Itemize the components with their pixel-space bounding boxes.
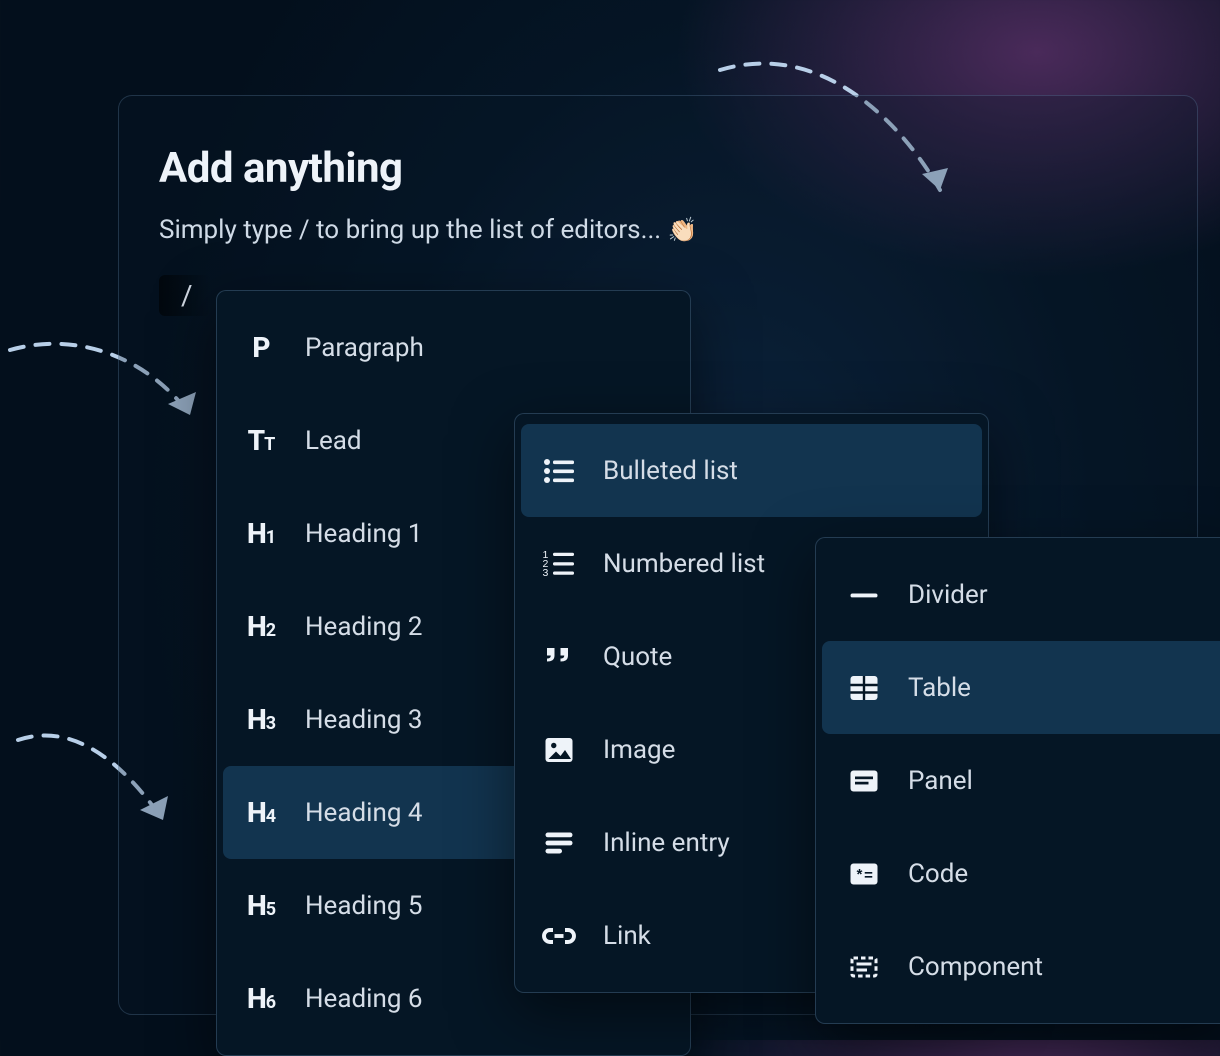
- menu-item-paragraph[interactable]: P Paragraph: [217, 301, 690, 394]
- menu-item-component[interactable]: Component: [816, 920, 1220, 1013]
- h4-icon: H4: [241, 793, 281, 833]
- menu-item-label: Table: [908, 673, 971, 703]
- menu-item-label: Heading 4: [305, 798, 422, 828]
- menu-item-label: Paragraph: [305, 333, 424, 363]
- h1-icon: H1: [241, 514, 281, 554]
- table-icon: [844, 668, 884, 708]
- menu-item-label: Heading 3: [305, 705, 422, 735]
- menu-item-label: Numbered list: [603, 549, 765, 579]
- menu-item-label: Divider: [908, 580, 988, 610]
- bulleted-list-icon: [539, 451, 579, 491]
- component-icon: [844, 947, 884, 987]
- menu-item-label: Code: [908, 859, 968, 889]
- h3-icon: H3: [241, 700, 281, 740]
- editor-menu-tertiary[interactable]: Divider Table Panel *= Code Component: [815, 537, 1220, 1024]
- menu-item-label: Inline entry: [603, 828, 730, 858]
- menu-item-label: Component: [908, 952, 1043, 982]
- menu-item-code[interactable]: *= Code: [816, 827, 1220, 920]
- subtitle-text: Simply type / to bring up the list of ed…: [159, 215, 668, 245]
- slash-trigger[interactable]: /: [159, 275, 211, 316]
- divider-icon: [844, 575, 884, 615]
- menu-item-label: Heading 1: [305, 519, 422, 549]
- menu-item-bulleted-list[interactable]: Bulleted list: [521, 424, 982, 517]
- clap-emoji: 👏🏻: [668, 216, 698, 244]
- svg-text:3: 3: [543, 567, 549, 579]
- numbered-list-icon: 123: [539, 544, 579, 584]
- image-icon: [539, 730, 579, 770]
- menu-item-label: Quote: [603, 642, 672, 672]
- svg-text:*=: *=: [855, 868, 873, 885]
- link-icon: [539, 916, 579, 956]
- menu-item-label: Bulleted list: [603, 456, 738, 486]
- inline-entry-icon: [539, 823, 579, 863]
- menu-item-label: Link: [603, 921, 651, 951]
- panel-icon: [844, 761, 884, 801]
- quote-icon: [539, 637, 579, 677]
- h2-icon: H2: [241, 607, 281, 647]
- panel-subtitle: Simply type / to bring up the list of ed…: [159, 215, 1157, 245]
- panel-title: Add anything: [159, 144, 1157, 193]
- menu-item-label: Panel: [908, 766, 973, 796]
- menu-item-label: Heading 2: [305, 612, 422, 642]
- menu-item-label: Heading 5: [305, 891, 422, 921]
- menu-item-label: Image: [603, 735, 675, 765]
- h6-icon: H6: [241, 979, 281, 1019]
- code-icon: *=: [844, 854, 884, 894]
- menu-item-label: Heading 6: [305, 984, 422, 1014]
- paragraph-icon: P: [241, 328, 281, 368]
- menu-item-table[interactable]: Table: [822, 641, 1220, 734]
- h5-icon: H5: [241, 886, 281, 926]
- lead-icon: TT: [241, 421, 281, 461]
- menu-item-label: Lead: [305, 426, 362, 456]
- menu-item-divider[interactable]: Divider: [816, 548, 1220, 641]
- menu-item-panel[interactable]: Panel: [816, 734, 1220, 827]
